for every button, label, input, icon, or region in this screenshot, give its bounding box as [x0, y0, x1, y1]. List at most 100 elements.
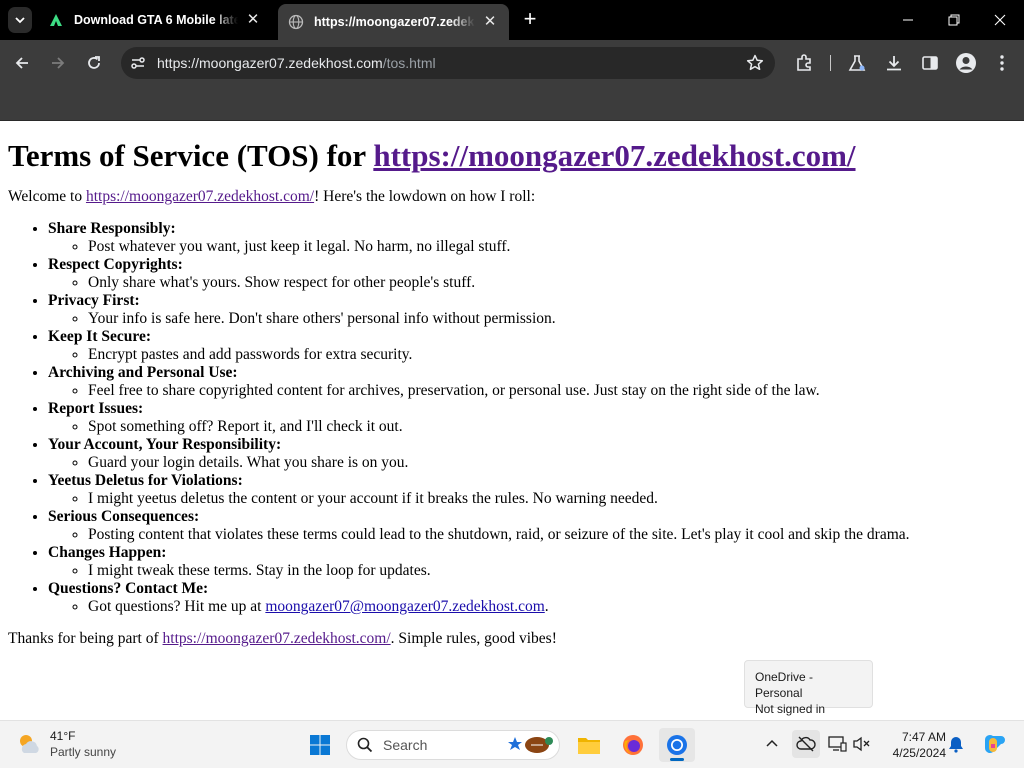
rule-title: Changes Happen:	[48, 544, 167, 561]
rule-item: Keep It Secure:Encrypt pastes and add pa…	[48, 328, 1016, 364]
rule-item: Serious Consequences:Posting content tha…	[48, 508, 1016, 544]
rule-item: Changes Happen:I might tweak these terms…	[48, 544, 1016, 580]
page-content: Terms of Service (TOS) for https://moong…	[0, 121, 1024, 720]
tab-title: Download GTA 6 Mobile latest	[74, 13, 238, 27]
address-bar[interactable]: https://moongazer07.zedekhost.com/tos.ht…	[121, 47, 775, 79]
taskbar-search[interactable]: Search	[346, 730, 560, 760]
contact-email-link[interactable]: moongazer07@moongazer07.zedekhost.com	[265, 598, 544, 615]
rule-title: Report Issues:	[48, 400, 144, 417]
url-path: /tos.html	[382, 55, 436, 71]
tab-strip: Download GTA 6 Mobile latest ✕ https://m…	[0, 0, 1024, 40]
windows-logo-icon	[310, 735, 330, 755]
notifications-button[interactable]	[944, 732, 968, 756]
tab-tos[interactable]: https://moongazer07.zedekhost.com/tos.ht…	[278, 4, 509, 40]
close-window-button[interactable]	[980, 6, 1020, 34]
rule-text: Posting content that violates these term…	[88, 526, 1016, 544]
arrow-left-icon	[15, 57, 28, 69]
tooltip-line-2: Not signed in	[755, 702, 826, 716]
rule-text: Got questions? Hit me up at moongazer07@…	[88, 598, 1016, 616]
toolbar-separator	[830, 55, 831, 71]
onedrive-cloud-off-icon	[796, 736, 816, 752]
firefox-icon	[623, 735, 643, 755]
rule-title: Archiving and Personal Use:	[48, 364, 238, 381]
tooltip-line-1: OneDrive - Personal	[755, 670, 814, 700]
volume-tray-button[interactable]	[850, 732, 874, 756]
folder-icon	[578, 738, 600, 754]
site-favicon-icon	[48, 12, 64, 28]
bookmarks-bar	[0, 86, 1024, 121]
search-icon	[357, 737, 373, 753]
rule-text: Only share what's yours. Show respect fo…	[88, 274, 1016, 292]
outro-suffix: . Simple rules, good vibes!	[390, 630, 557, 647]
tab-gta6[interactable]: Download GTA 6 Mobile latest ✕	[38, 4, 272, 36]
intro-text: Welcome to	[8, 188, 86, 205]
back-button[interactable]	[8, 49, 36, 77]
labs-flask-icon[interactable]	[846, 52, 868, 74]
tab-title: https://moongazer07.zedekhost.com/tos.ht…	[314, 15, 475, 29]
new-tab-button[interactable]: +	[519, 8, 541, 31]
reload-button[interactable]	[80, 49, 108, 77]
taskbar: 41°F Partly sunny Search 7:47 AM 4/25/20…	[0, 720, 1024, 768]
onedrive-tray-button[interactable]	[792, 730, 820, 758]
extensions-icon[interactable]	[793, 52, 815, 74]
start-button[interactable]	[302, 728, 338, 762]
file-explorer-button[interactable]	[571, 728, 607, 762]
rule-text: Feel free to share copyrighted content f…	[88, 382, 1016, 400]
rule-title: Privacy First:	[48, 292, 140, 309]
globe-icon	[288, 14, 304, 30]
more-menu-icon[interactable]	[991, 52, 1013, 74]
forward-button[interactable]	[44, 49, 72, 77]
tab-search-button[interactable]	[8, 7, 32, 33]
rule-title: Questions? Contact Me:	[48, 580, 209, 597]
outro-paragraph: Thanks for being part of https://moongaz…	[8, 630, 1016, 648]
minimize-button[interactable]	[888, 6, 928, 34]
rule-item: Share Responsibly:Post whatever you want…	[48, 220, 1016, 256]
show-hidden-icons-button[interactable]	[760, 732, 784, 756]
download-icon[interactable]	[883, 52, 905, 74]
arrow-right-icon	[52, 57, 65, 69]
rule-item: Privacy First:Your info is safe here. Do…	[48, 292, 1016, 328]
active-app-indicator	[670, 758, 684, 761]
close-icon[interactable]: ✕	[481, 13, 499, 31]
network-tray-button[interactable]	[825, 732, 849, 756]
page-title-link[interactable]: https://moongazer07.zedekhost.com/	[373, 138, 855, 173]
profile-avatar-icon[interactable]	[955, 52, 977, 74]
firefox-button[interactable]	[615, 728, 651, 762]
onedrive-tooltip: OneDrive - Personal Not signed in	[744, 660, 873, 716]
intro-link[interactable]: https://moongazer07.zedekhost.com/	[86, 188, 314, 205]
reload-icon	[88, 56, 100, 69]
rule-text: Guard your login details. What you share…	[88, 454, 1016, 472]
bell-icon	[949, 737, 963, 753]
intro-paragraph: Welcome to https://moongazer07.zedekhost…	[8, 188, 1016, 206]
chevron-up-icon	[766, 739, 778, 747]
rule-text: I might tweak these terms. Stay in the l…	[88, 562, 1016, 580]
copilot-button[interactable]	[980, 731, 1006, 757]
search-placeholder: Search	[383, 737, 428, 753]
side-panel-icon[interactable]	[919, 52, 941, 74]
site-info-icon[interactable]	[129, 54, 147, 72]
system-clock[interactable]: 7:47 AM 4/25/2024	[880, 729, 946, 761]
browser-toolbar: https://moongazer07.zedekhost.com/tos.ht…	[0, 40, 1024, 86]
url-text: https://moongazer07.zedekhost.com/tos.ht…	[157, 55, 436, 71]
url-host: https://moongazer07.zedekhost.com	[157, 55, 383, 71]
bookmark-star-icon[interactable]	[745, 53, 765, 73]
rule-text: Post whatever you want, just keep it leg…	[88, 238, 1016, 256]
page-title-text: Terms of Service (TOS) for	[8, 138, 374, 173]
rule-text: Encrypt pastes and add passwords for ext…	[88, 346, 1016, 364]
weather-condition: Partly sunny	[50, 745, 117, 759]
rules-list: Share Responsibly:Post whatever you want…	[48, 220, 1016, 616]
minimize-icon	[903, 19, 913, 21]
contact-suffix: .	[544, 598, 549, 615]
outro-link[interactable]: https://moongazer07.zedekhost.com/	[163, 630, 391, 647]
weather-widget[interactable]: 41°F Partly sunny	[16, 728, 116, 760]
chrome-icon	[667, 735, 687, 755]
copilot-icon	[985, 735, 1005, 753]
page-title: Terms of Service (TOS) for https://moong…	[8, 138, 1016, 174]
close-icon[interactable]: ✕	[244, 11, 262, 29]
speaker-muted-icon	[853, 736, 870, 752]
rule-title: Respect Copyrights:	[48, 256, 183, 273]
chevron-down-icon	[15, 17, 25, 24]
chrome-button[interactable]	[659, 728, 695, 762]
restore-button[interactable]	[934, 6, 974, 34]
restore-icon	[948, 14, 960, 26]
